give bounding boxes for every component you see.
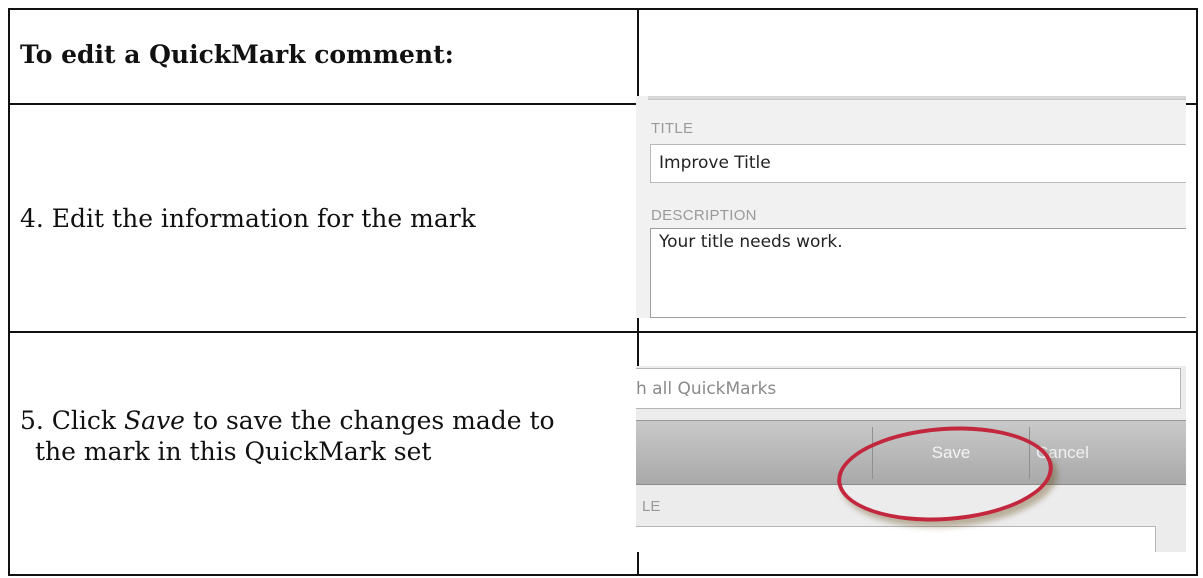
search-input[interactable]: h all QuickMarks [636,368,1181,409]
step-5-text: 5. Click Save to save the changes made t… [20,405,555,467]
description-label: DESCRIPTION [651,207,757,224]
description-textarea[interactable]: Your title needs work. [650,228,1186,318]
field-label-fragment: LE [642,498,661,515]
title-input[interactable]: Improve Title [650,144,1186,183]
edit-form-screenshot: TITLE Improve Title DESCRIPTION Your tit… [636,96,1186,318]
table-header-title: To edit a QuickMark comment: [20,40,454,69]
step-5-suffix: to save the changes made to [184,406,555,435]
action-toolbar: Save Cancel [636,420,1186,485]
step-5-line2: the mark in this QuickMark set [35,437,432,466]
save-button[interactable]: Save [876,429,1026,477]
step-5-prefix: 5. Click [20,406,125,435]
step-5-emphasis: Save [124,406,185,435]
title-input-fragment[interactable]: ​ [636,526,1156,552]
toolbar-separator [872,427,873,479]
toolbar-separator [1029,427,1030,479]
row-divider [10,331,1196,333]
step-4-text: 4. Edit the information for the mark [20,204,476,233]
cancel-button[interactable]: Cancel [1036,429,1146,477]
title-label: TITLE [651,120,694,137]
panel-top-border [648,96,1186,100]
save-panel-screenshot: h all QuickMarks Save Cancel LE ​ [636,366,1186,552]
